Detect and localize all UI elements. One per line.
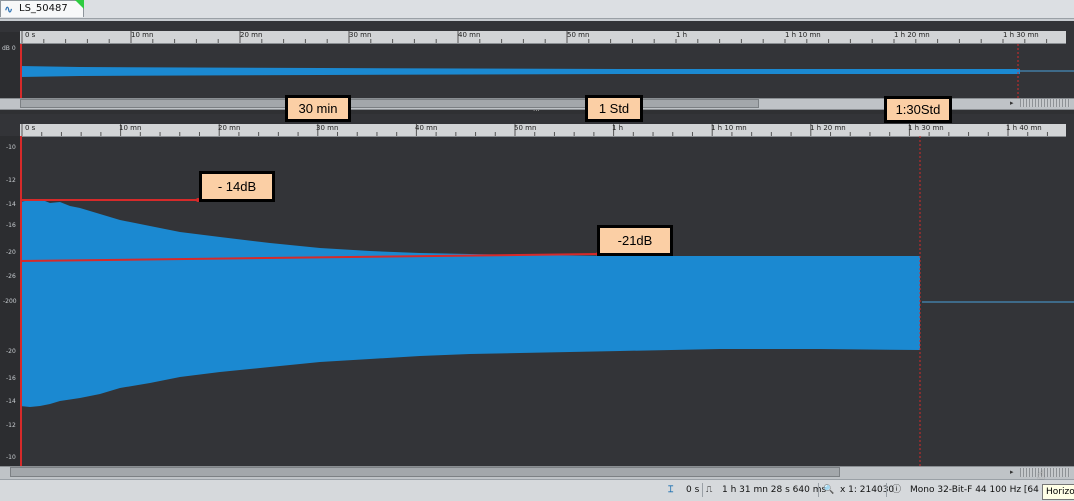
level-label: -10	[6, 144, 16, 151]
waveform-icon: ∿	[4, 3, 14, 16]
level-label: -20	[6, 348, 16, 355]
ruler-label: 1 h 30 mn	[1003, 31, 1039, 39]
main-level-gutter: -10 -12 -14 -16 -20 -26 -200 -20 -16 -14…	[0, 136, 21, 466]
overview-level-gutter: dB 0	[0, 32, 21, 98]
ruler-label: 40 mn	[415, 124, 438, 132]
cursor-time[interactable]: 0 s	[686, 484, 699, 496]
level-label: -16	[6, 375, 16, 382]
info-icon: ⓘ	[892, 485, 902, 495]
level-label: -16	[6, 222, 16, 229]
ruler-label: 1 h 40 mn	[1006, 124, 1042, 132]
total-duration[interactable]: 1 h 31 mn 28 s 640 ms	[722, 484, 826, 496]
ruler-label: 1 h 10 mn	[785, 31, 821, 39]
document-tab-label: LS_50487	[19, 3, 68, 14]
callout-minus-21db: -21dB	[597, 225, 673, 256]
overview-cursor[interactable]	[20, 44, 22, 98]
main-scroll-thumb[interactable]	[10, 467, 840, 477]
ruler-label: 10 mn	[119, 124, 142, 132]
ruler-label: 20 mn	[218, 124, 241, 132]
audio-format[interactable]: Mono 32-Bit-F 44 100 Hz [64 kb	[910, 484, 1053, 496]
ruler-label: 0 s	[25, 124, 36, 132]
overview-level-label: dB 0	[2, 45, 16, 52]
separator	[818, 483, 819, 497]
ruler-label: 1 h 20 mn	[810, 124, 846, 132]
callout-1-std: 1 Std	[585, 95, 643, 122]
callout-1-30-std: 1:30Std	[884, 96, 952, 123]
document-tab[interactable]: ∿ LS_50487	[0, 0, 84, 17]
level-label: -26	[6, 273, 16, 280]
overview-waveform[interactable]	[20, 44, 1074, 98]
ruler-label: 50 mn	[567, 31, 590, 39]
separator	[702, 483, 703, 497]
callout-minus-14db: - 14dB	[199, 171, 275, 202]
ruler-label: 1 h 10 mn	[711, 124, 747, 132]
mouse-pointer-icon: ☝	[1037, 468, 1045, 483]
overview-scroll-thumb[interactable]	[20, 99, 759, 108]
ruler-label: 1 h	[676, 31, 688, 39]
ruler-label: 30 mn	[316, 124, 339, 132]
level-label: -20	[6, 249, 16, 256]
ruler-label: 20 mn	[240, 31, 263, 39]
level-label: -12	[6, 177, 16, 184]
ruler-label: 10 mn	[131, 31, 154, 39]
level-label: -14	[6, 201, 16, 208]
ruler-label: 0 s	[25, 31, 36, 39]
duration-icon: ⎍	[706, 485, 713, 495]
status-bar: ⌶ 0 s ⎍ 1 h 31 mn 28 s 640 ms 🔍 x 1: 214…	[0, 479, 1074, 501]
modified-indicator	[75, 0, 84, 9]
ruler-label: 30 mn	[349, 31, 372, 39]
main-waveform[interactable]	[20, 136, 1074, 466]
level-label: -200	[3, 298, 17, 305]
ruler-label: 50 mn	[514, 124, 537, 132]
scroll-right-icon[interactable]: ▸	[1010, 99, 1018, 107]
level-label: -14	[6, 398, 16, 405]
overview-time-ruler[interactable]: 0 s 10 mn 20 mn 30 mn 40 mn 50 mn 1 h 1 …	[20, 31, 1066, 44]
ruler-label: 1 h	[612, 124, 624, 132]
separator	[886, 483, 887, 497]
document-tab-bar	[0, 0, 1074, 19]
horizontal-zoom-slider[interactable]	[1020, 468, 1070, 477]
tooltip: Horizo	[1042, 484, 1074, 500]
ruler-label: 40 mn	[458, 31, 481, 39]
level-label: -12	[6, 422, 16, 429]
zoom-icon: 🔍	[823, 485, 835, 495]
ruler-label: 1 h 30 mn	[908, 124, 944, 132]
scroll-right-icon[interactable]: ▸	[1010, 468, 1018, 476]
ruler-label: 1 h 20 mn	[894, 31, 930, 39]
zoom-slider[interactable]	[1020, 99, 1070, 107]
cursor-icon: ⌶	[668, 485, 674, 495]
callout-30-min: 30 min	[285, 95, 351, 122]
level-label: -10	[6, 454, 16, 461]
main-cursor[interactable]	[20, 136, 22, 466]
